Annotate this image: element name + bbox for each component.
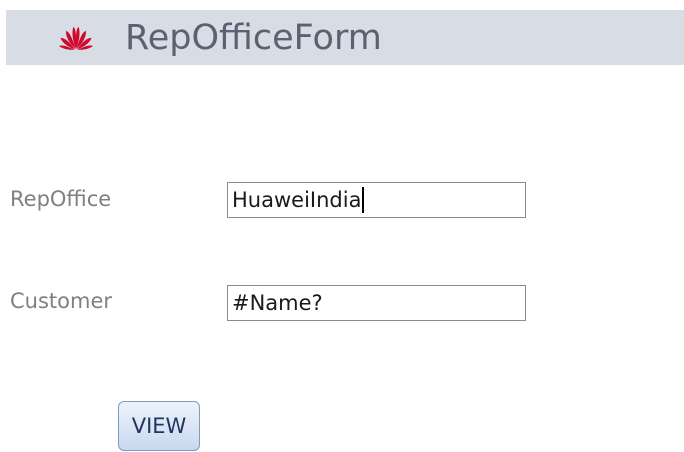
form-window: RepOfficeForm RepOffice HuaweiIndia Cust…	[0, 0, 684, 452]
repoffice-value: HuaweiIndia	[232, 188, 362, 212]
huawei-logo-icon	[59, 27, 93, 50]
repoffice-label: RepOffice	[10, 187, 112, 211]
form-title: RepOfficeForm	[125, 18, 382, 58]
text-cursor	[362, 187, 365, 213]
customer-value: #Name?	[232, 291, 323, 315]
view-button[interactable]: VIEW	[118, 401, 200, 451]
customer-label: Customer	[10, 289, 113, 313]
customer-field[interactable]: #Name?	[227, 285, 526, 321]
repoffice-field[interactable]: HuaweiIndia	[227, 182, 526, 218]
form-header: RepOfficeForm	[6, 10, 684, 65]
